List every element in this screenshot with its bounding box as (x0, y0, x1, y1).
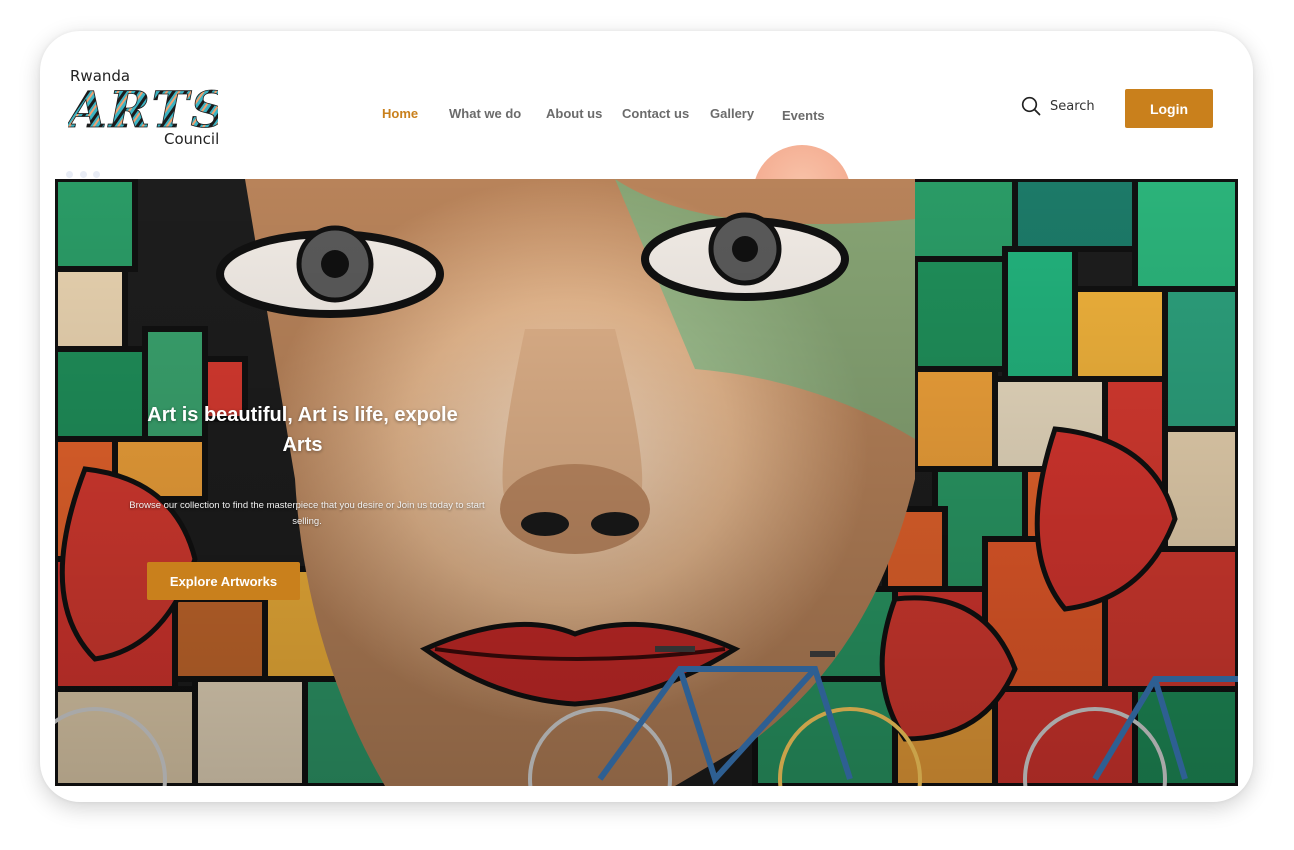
login-button[interactable]: Login (1125, 89, 1213, 128)
nav-item-gallery[interactable]: Gallery (710, 106, 754, 121)
hero-mural-image (55, 179, 1238, 786)
decorative-dots (66, 171, 100, 179)
explore-artworks-button[interactable]: Explore Artworks (147, 562, 300, 600)
brand-line3: Council (164, 130, 220, 148)
hero-subtitle: Browse our collection to find the master… (129, 500, 485, 527)
hero-title: Art is beautiful, Art is life, expole Ar… (147, 404, 458, 456)
search-icon (1021, 96, 1041, 116)
search-button[interactable]: Search (1021, 95, 1095, 117)
browser-frame: Rwanda ARTS Council Home What we do Abou… (40, 31, 1253, 802)
hero-banner: Art is beautiful, Art is life, expole Ar… (55, 179, 1238, 786)
nav-item-contact-us[interactable]: Contact us (622, 106, 689, 121)
nav-item-home[interactable]: Home (382, 106, 418, 121)
nav-item-about-us[interactable]: About us (546, 106, 602, 121)
nav-item-what-we-do[interactable]: What we do (449, 106, 521, 121)
nav-item-events[interactable]: Events (782, 108, 825, 123)
search-label: Search (1050, 98, 1095, 114)
